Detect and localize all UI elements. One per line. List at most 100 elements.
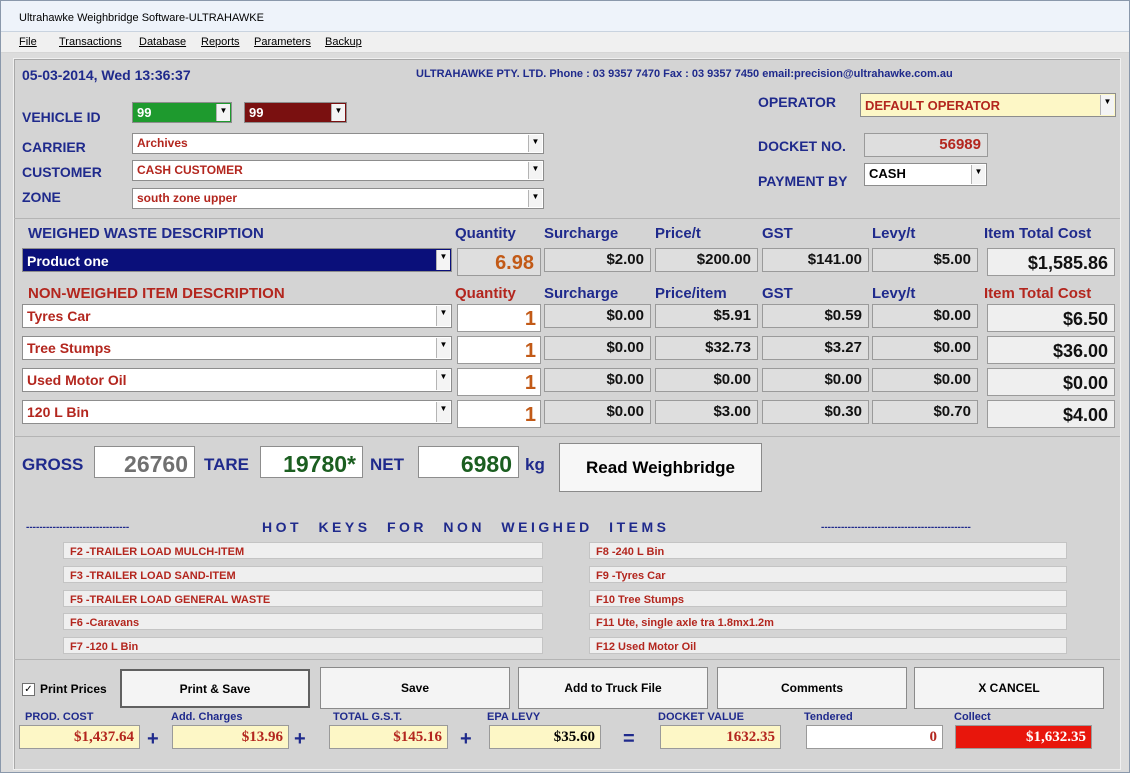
hotkey-item[interactable]: F6 -Caravans	[63, 613, 543, 630]
hotkey-item[interactable]: F9 -Tyres Car	[589, 566, 1067, 583]
vehicle-id-value-2: 99	[249, 105, 264, 120]
prod-cost-label: PROD. COST	[25, 711, 94, 723]
app-window: Ultrahawke Weighbridge Software-ULTRAHAW…	[0, 0, 1130, 773]
nw-col-price: Price/item	[655, 285, 727, 302]
nw-item-combo[interactable]: Tyres Car ▼	[22, 304, 452, 328]
nw-surcharge: $0.00	[544, 304, 651, 328]
main-panel: 05-03-2014, Wed 13:36:37 ULTRAHAWKE PTY.…	[13, 58, 1121, 770]
menu-database[interactable]: Database	[139, 36, 186, 48]
col-quantity: Quantity	[455, 225, 516, 242]
read-weighbridge-button[interactable]: Read Weighbridge	[559, 443, 762, 492]
col-total: Item Total Cost	[984, 225, 1092, 242]
payment-combo[interactable]: CASH ▼	[864, 163, 987, 186]
print-prices-checkbox[interactable]: ✓ Print Prices	[22, 681, 116, 701]
chevron-down-icon[interactable]: ▼	[331, 104, 345, 121]
payment-value: CASH	[869, 166, 906, 181]
chevron-down-icon[interactable]: ▼	[436, 338, 450, 358]
hotkeys-banner-text: HOT KEYS FOR NON WEIGHED ITEMS	[262, 519, 670, 535]
nw-quantity-field[interactable]: 1	[457, 400, 541, 428]
save-button[interactable]: Save	[320, 667, 510, 709]
collect-value: $1,632.35	[955, 725, 1092, 749]
nw-price: $3.00	[655, 400, 758, 424]
nw-levy: $0.00	[872, 336, 978, 360]
customer-value: CASH CUSTOMER	[137, 163, 243, 177]
vehicle-id-combo-1[interactable]: 99 ▼	[132, 102, 232, 123]
nw-item-value: Tree Stumps	[27, 340, 112, 356]
weighed-gst: $141.00	[762, 248, 869, 272]
net-weight: 6980	[418, 446, 519, 478]
nw-item-combo[interactable]: 120 L Bin ▼	[22, 400, 452, 424]
nw-item-combo[interactable]: Tree Stumps ▼	[22, 336, 452, 360]
col-levy: Levy/t	[872, 225, 916, 242]
epa-levy-label: EPA LEVY	[487, 711, 541, 723]
hotkey-item[interactable]: F5 -TRAILER LOAD GENERAL WASTE	[63, 590, 543, 607]
nw-quantity-field[interactable]: 1	[457, 304, 541, 332]
chevron-down-icon[interactable]: ▼	[436, 306, 450, 326]
tare-weight: 19780*	[260, 446, 363, 478]
section-divider	[14, 659, 1120, 660]
plus-sign: +	[294, 728, 306, 750]
zone-value: south zone upper	[137, 191, 237, 205]
payment-label: PAYMENT BY	[758, 173, 848, 189]
col-surcharge: Surcharge	[544, 225, 619, 242]
vehicle-id-value-1: 99	[137, 105, 152, 120]
zone-combo[interactable]: south zone upper ▼	[132, 188, 544, 209]
chevron-down-icon[interactable]: ▼	[971, 165, 985, 184]
gross-weight: 26760	[94, 446, 195, 478]
docket-number: 56989	[864, 133, 988, 157]
chevron-down-icon[interactable]: ▼	[528, 162, 542, 179]
comments-button[interactable]: Comments	[717, 667, 907, 709]
company-info: ULTRAHAWKE PTY. LTD. Phone : 03 9357 747…	[416, 68, 953, 80]
tendered-input[interactable]: 0	[806, 725, 943, 749]
plus-sign: +	[460, 728, 472, 750]
hotkey-item[interactable]: F10 Tree Stumps	[589, 590, 1067, 607]
hotkey-item[interactable]: F8 -240 L Bin	[589, 542, 1067, 559]
check-icon[interactable]: ✓	[22, 683, 35, 696]
section-divider	[14, 218, 1120, 219]
chevron-down-icon[interactable]: ▼	[436, 370, 450, 390]
chevron-down-icon[interactable]: ▼	[528, 190, 542, 207]
nw-col-gst: GST	[762, 285, 793, 302]
hotkey-item[interactable]: F12 Used Motor Oil	[589, 637, 1067, 654]
chevron-down-icon[interactable]: ▼	[436, 402, 450, 422]
menu-reports[interactable]: Reports	[201, 36, 240, 48]
menu-transactions[interactable]: Transactions	[59, 36, 122, 48]
menu-file[interactable]: File	[19, 36, 37, 48]
weighed-header: WEIGHED WASTE DESCRIPTION	[28, 225, 264, 242]
menu-parameters[interactable]: Parameters	[254, 36, 311, 48]
add-truck-file-button[interactable]: Add to Truck File	[518, 667, 708, 709]
chevron-down-icon[interactable]: ▼	[1100, 95, 1114, 115]
carrier-combo[interactable]: Archives ▼	[132, 133, 544, 154]
nw-total: $4.00	[987, 400, 1115, 428]
chevron-down-icon[interactable]: ▼	[216, 104, 230, 121]
nw-total: $6.50	[987, 304, 1115, 332]
nw-quantity-field[interactable]: 1	[457, 336, 541, 364]
nw-surcharge: $0.00	[544, 336, 651, 360]
hotkey-item[interactable]: F2 -TRAILER LOAD MULCH-ITEM	[63, 542, 543, 559]
cancel-button[interactable]: X CANCEL	[914, 667, 1104, 709]
hotkey-item[interactable]: F3 -TRAILER LOAD SAND-ITEM	[63, 566, 543, 583]
docket-value-label: DOCKET VALUE	[658, 711, 744, 723]
print-save-button[interactable]: Print & Save	[120, 669, 310, 708]
chevron-down-icon[interactable]: ▼	[528, 135, 542, 152]
hotkey-item[interactable]: F11 Ute, single axle tra 1.8mx1.2m	[589, 613, 1067, 630]
total-gst-label: TOTAL G.S.T.	[333, 711, 403, 723]
weighed-surcharge: $2.00	[544, 248, 651, 272]
menu-backup[interactable]: Backup	[325, 36, 362, 48]
nw-quantity-field[interactable]: 1	[457, 368, 541, 396]
nw-surcharge: $0.00	[544, 400, 651, 424]
chevron-down-icon[interactable]: ▼	[436, 250, 450, 270]
hotkey-item[interactable]: F7 -120 L Bin	[63, 637, 543, 654]
carrier-label: CARRIER	[22, 139, 86, 155]
weighed-product-combo[interactable]: Product one ▼	[22, 248, 452, 272]
nw-total: $0.00	[987, 368, 1115, 396]
datetime: 05-03-2014, Wed 13:36:37	[22, 67, 191, 83]
operator-combo[interactable]: DEFAULT OPERATOR ▼	[860, 93, 1116, 117]
nw-gst: $0.00	[762, 368, 869, 392]
section-divider	[14, 436, 1120, 437]
customer-combo[interactable]: CASH CUSTOMER ▼	[132, 160, 544, 181]
operator-value: DEFAULT OPERATOR	[865, 98, 1001, 113]
vehicle-id-combo-2[interactable]: 99 ▼	[244, 102, 347, 123]
nw-item-combo[interactable]: Used Motor Oil ▼	[22, 368, 452, 392]
nonweighed-header: NON-WEIGHED ITEM DESCRIPTION	[28, 285, 285, 302]
